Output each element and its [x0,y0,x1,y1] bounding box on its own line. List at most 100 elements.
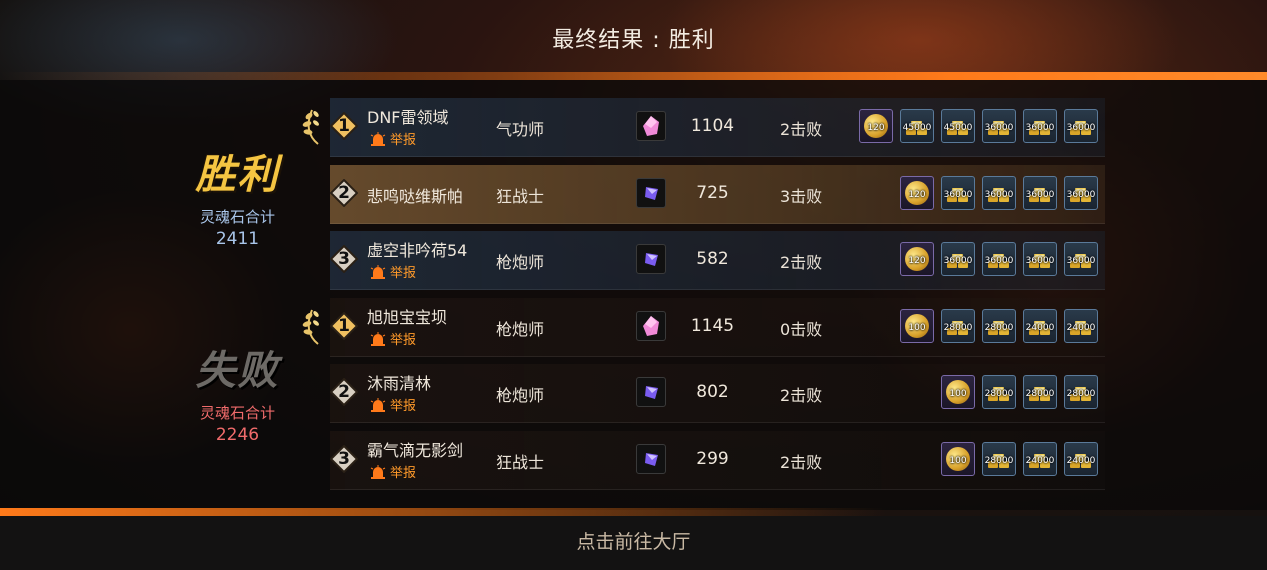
report-label: 举报 [390,133,417,148]
win-soulstone-label: 灵魂石合计 [199,208,275,226]
gold-reward[interactable]: 28000 [982,309,1016,343]
player-class: 枪炮师 [496,253,545,272]
rank-badge: 3 [330,245,358,273]
gold-reward[interactable]: 24000 [1064,309,1098,343]
player-name: 虚空非吟荷54 [367,241,468,260]
report-button[interactable]: 举报 [370,462,416,481]
reward-amount: 100 [949,389,967,399]
rank-number: 1 [338,316,350,336]
purple-crystal-icon [636,178,666,208]
gold-reward[interactable]: 24000 [1064,442,1098,476]
purple-crystal-icon [636,377,666,407]
reward-amount: 36000 [943,190,973,200]
rank-number: 2 [338,382,350,402]
gold-reward[interactable]: 36000 [982,176,1016,210]
rank-badge: 1 [330,112,358,140]
player-row: 3 霸气滴无影剑 举报 狂战士 299 2击败 100 28000 24000 24000 [330,431,1105,490]
reward-amount: 36000 [943,256,973,266]
gold-reward[interactable]: 36000 [1064,109,1098,143]
gold-reward[interactable]: 36000 [1023,176,1057,210]
rank-number: 1 [338,116,350,136]
player-row: 2 悲鸣哒维斯帕 狂战士 725 3击败 120 36000 36000 36000 36000 [330,165,1105,224]
player-kills: 2击败 [780,453,823,472]
soulstone-reward[interactable]: 120 [900,176,934,210]
reward-amount: 36000 [984,256,1014,266]
gold-reward[interactable]: 28000 [982,442,1016,476]
gold-reward[interactable]: 36000 [1064,242,1098,276]
rank-badge: 3 [330,445,358,473]
report-label: 举报 [390,466,417,481]
go-to-lobby-button[interactable]: 点击前往大厅 [0,516,1267,570]
reward-amount: 100 [908,323,926,333]
rank-badge: 2 [330,378,358,406]
player-score: 1104 [690,116,735,136]
rank-badge: 2 [330,179,358,207]
laurel-icon [302,309,319,345]
reward-list: 100 28000 28000 24000 24000 [900,309,1105,343]
gold-reward[interactable]: 36000 [941,176,975,210]
lose-word: 失败 [195,348,280,394]
reward-list: 120 36000 36000 36000 36000 [900,176,1105,210]
report-button[interactable]: 举报 [370,129,416,148]
player-class: 气功师 [496,120,545,139]
player-name: 悲鸣哒维斯帕 [367,187,464,206]
gold-reward[interactable]: 28000 [1064,375,1098,409]
gold-reward[interactable]: 28000 [1023,375,1057,409]
reward-amount: 120 [867,123,885,133]
reward-amount: 28000 [1066,389,1096,399]
player-kills: 3击败 [780,187,823,206]
player-kills: 2击败 [780,253,823,272]
report-button[interactable]: 举报 [370,329,416,348]
soulstone-reward[interactable]: 120 [859,109,893,143]
gold-reward[interactable]: 45000 [941,109,975,143]
reward-amount: 45000 [943,123,973,133]
soulstone-reward[interactable]: 100 [941,442,975,476]
gold-reward[interactable]: 45000 [900,109,934,143]
player-class: 枪炮师 [496,386,545,405]
result-title: 最终结果 : 胜利 [552,28,715,53]
report-button[interactable]: 举报 [370,262,416,281]
player-name: 旭旭宝宝坝 [367,308,448,327]
player-kills: 2击败 [780,120,823,139]
report-label: 举报 [390,399,417,414]
pink-crystal-icon [636,311,666,341]
gold-reward[interactable]: 28000 [941,309,975,343]
reward-amount: 28000 [1025,389,1055,399]
player-row: 1 旭旭宝宝坝 举报 枪炮师 1145 0击败 100 28000 28000 24000 2400… [302,298,1105,357]
reward-list: 100 28000 24000 24000 [941,442,1105,476]
lose-soulstone-total: 2246 [215,425,260,445]
gold-reward[interactable]: 24000 [1023,442,1057,476]
lose-soulstone-label: 灵魂石合计 [199,404,275,422]
rank-number: 3 [338,449,350,469]
reward-amount: 28000 [984,323,1014,333]
reward-amount: 24000 [1025,323,1055,333]
reward-amount: 36000 [1066,190,1096,200]
player-row: 2 沐雨清林 举报 枪炮师 802 2击败 100 28000 28000 28000 [330,364,1105,423]
soulstone-reward[interactable]: 100 [941,375,975,409]
alarm-icon [370,265,386,279]
rank-number: 3 [338,249,350,269]
gold-reward[interactable]: 36000 [982,242,1016,276]
report-button[interactable]: 举报 [370,395,416,414]
player-kills: 2击败 [780,386,823,405]
soulstone-reward[interactable]: 120 [900,242,934,276]
reward-amount: 28000 [943,323,973,333]
gold-reward[interactable]: 36000 [1023,242,1057,276]
player-class: 狂战士 [496,187,545,206]
rank-badge: 1 [330,312,358,340]
gold-reward[interactable]: 28000 [982,375,1016,409]
gold-reward[interactable]: 36000 [941,242,975,276]
team-win-badge: 胜利 灵魂石合计 2411 [170,142,305,249]
player-name: 霸气滴无影剑 [367,441,464,460]
gold-reward[interactable]: 36000 [1023,109,1057,143]
gold-reward[interactable]: 36000 [982,109,1016,143]
player-score: 725 [696,183,729,203]
gold-reward[interactable]: 24000 [1023,309,1057,343]
reward-amount: 36000 [1025,256,1055,266]
gold-reward[interactable]: 36000 [1064,176,1098,210]
soulstone-reward[interactable]: 100 [900,309,934,343]
win-word: 胜利 [195,152,280,198]
player-class: 枪炮师 [496,320,545,339]
player-class: 狂战士 [496,453,545,472]
reward-amount: 36000 [984,123,1014,133]
